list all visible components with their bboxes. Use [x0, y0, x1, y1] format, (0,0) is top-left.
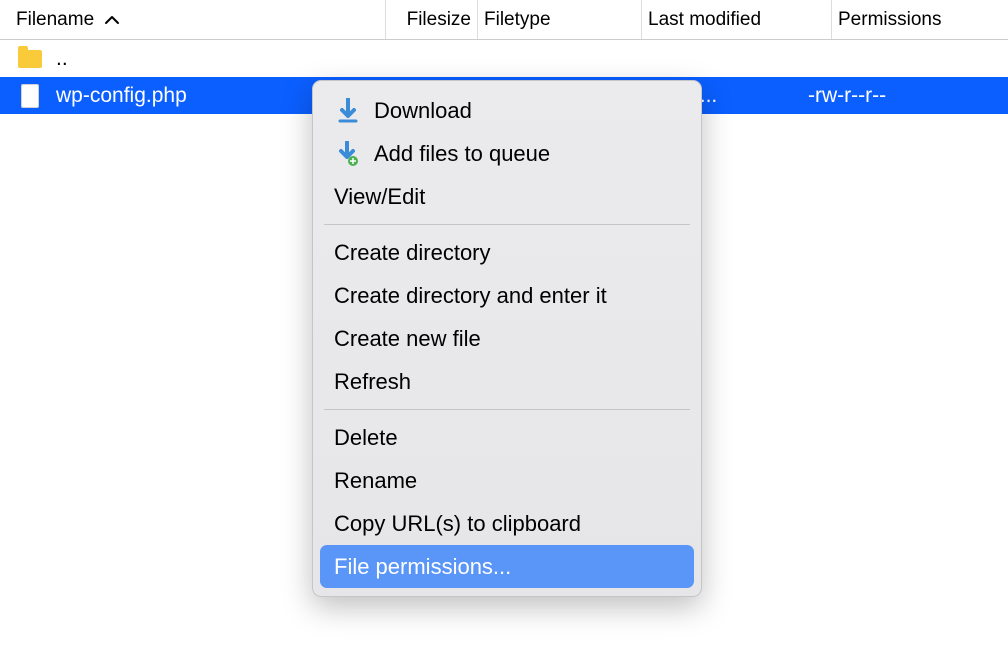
- sort-asc-icon: [104, 15, 120, 25]
- cell-filename: wp-config.php: [18, 84, 362, 108]
- file-icon: [18, 84, 42, 108]
- column-lastmodified-label: Last modified: [648, 9, 761, 31]
- menu-add-to-queue[interactable]: Add files to queue: [320, 132, 694, 175]
- menu-create-file[interactable]: Create new file: [320, 317, 694, 360]
- menu-add-to-queue-label: Add files to queue: [374, 141, 680, 167]
- menu-create-file-label: Create new file: [334, 326, 680, 352]
- column-filename[interactable]: Filename: [10, 0, 386, 39]
- menu-copy-urls-label: Copy URL(s) to clipboard: [334, 511, 680, 537]
- table-header: Filename Filesize Filetype Last modified…: [0, 0, 1008, 40]
- menu-rename[interactable]: Rename: [320, 459, 694, 502]
- menu-create-directory-label: Create directory: [334, 240, 680, 266]
- menu-download-label: Download: [374, 98, 680, 124]
- cell-permissions: -rw-r--r--: [808, 84, 973, 108]
- menu-refresh[interactable]: Refresh: [320, 360, 694, 403]
- column-lastmodified[interactable]: Last modified: [642, 0, 832, 39]
- menu-delete-label: Delete: [334, 425, 680, 451]
- menu-rename-label: Rename: [334, 468, 680, 494]
- menu-create-directory[interactable]: Create directory: [320, 231, 694, 274]
- menu-file-permissions[interactable]: File permissions...: [320, 545, 694, 588]
- column-filename-label: Filename: [16, 9, 94, 31]
- menu-view-edit[interactable]: View/Edit: [320, 175, 694, 218]
- menu-refresh-label: Refresh: [334, 369, 680, 395]
- column-filetype[interactable]: Filetype: [478, 0, 642, 39]
- menu-create-directory-enter[interactable]: Create directory and enter it: [320, 274, 694, 317]
- queue-icon: [334, 140, 362, 168]
- menu-file-permissions-label: File permissions...: [334, 554, 680, 580]
- cell-filename: ..: [18, 47, 362, 71]
- table-row-parent[interactable]: ..: [0, 40, 1008, 77]
- menu-delete[interactable]: Delete: [320, 416, 694, 459]
- column-filesize-label: Filesize: [407, 9, 471, 31]
- menu-copy-urls[interactable]: Copy URL(s) to clipboard: [320, 502, 694, 545]
- menu-create-directory-enter-label: Create directory and enter it: [334, 283, 680, 309]
- download-icon: [334, 97, 362, 125]
- menu-download[interactable]: Download: [320, 89, 694, 132]
- column-permissions-label: Permissions: [838, 9, 941, 31]
- column-permissions[interactable]: Permissions: [832, 0, 997, 39]
- file-name-label: wp-config.php: [56, 84, 187, 108]
- menu-divider: [324, 409, 690, 410]
- context-menu: Download Add files to queue View/Edit Cr…: [312, 80, 702, 597]
- folder-icon: [18, 47, 42, 71]
- menu-view-edit-label: View/Edit: [334, 184, 680, 210]
- column-filesize[interactable]: Filesize: [386, 0, 478, 39]
- file-name-label: ..: [56, 47, 68, 71]
- column-filetype-label: Filetype: [484, 9, 551, 31]
- menu-divider: [324, 224, 690, 225]
